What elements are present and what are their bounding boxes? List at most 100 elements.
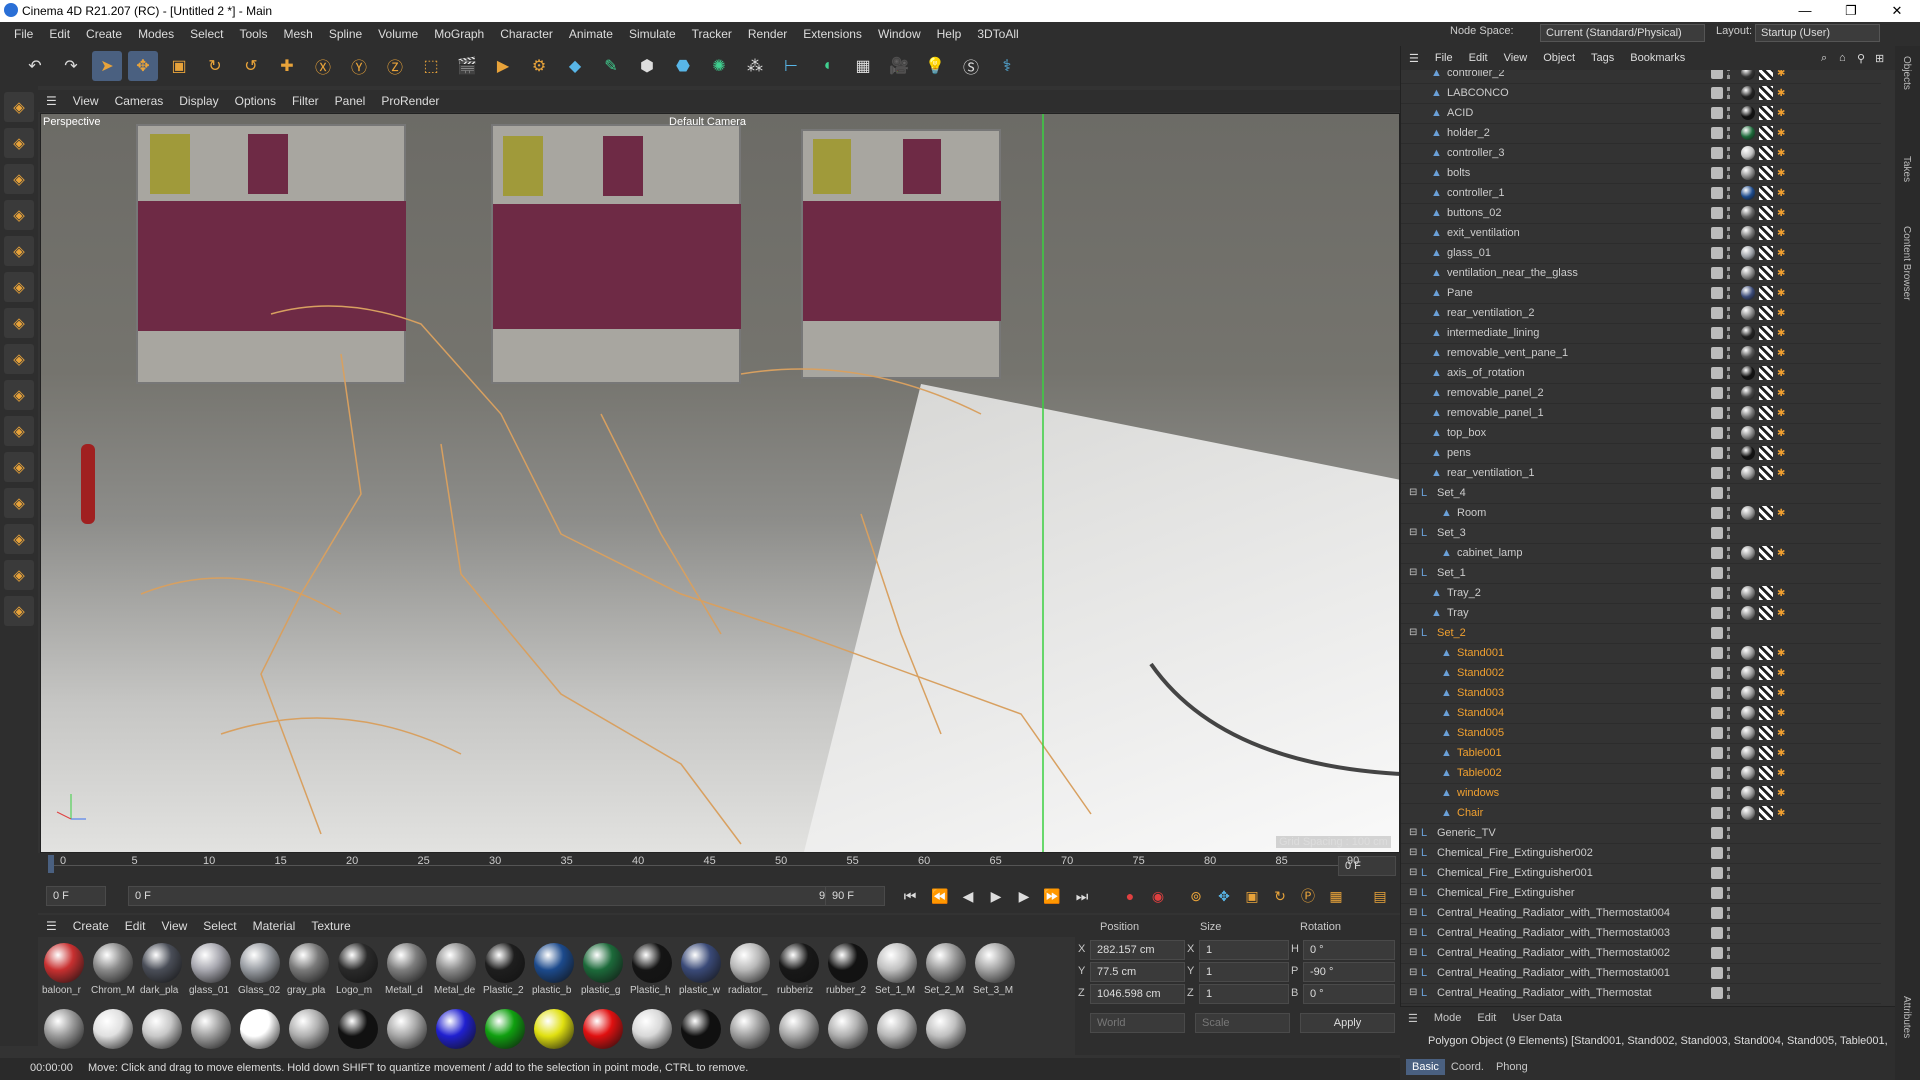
render-toggle[interactable] [1727, 527, 1731, 539]
object-row[interactable]: ▲ Tray ✱ [1401, 604, 1881, 624]
attribute-tab-basic[interactable]: Basic [1406, 1059, 1445, 1075]
dock-tab-content-browser[interactable]: Content Browser [1901, 226, 1912, 300]
object-row[interactable]: ▲ Stand001 ✱ [1401, 644, 1881, 664]
object-row[interactable]: ▲ cabinet_lamp ✱ [1401, 544, 1881, 564]
menu-character[interactable]: Character [492, 27, 561, 41]
material-tag[interactable] [1741, 146, 1755, 160]
visibility-toggle[interactable] [1711, 147, 1723, 159]
object-row[interactable]: ▲ Stand002 ✱ [1401, 664, 1881, 684]
grid-icon[interactable]: ◈ [4, 524, 34, 554]
texture-tag[interactable] [1759, 746, 1773, 760]
menu-tools[interactable]: Tools [231, 27, 275, 41]
material-swatch[interactable]: Set_1_M [875, 941, 919, 997]
snap-icon[interactable]: ◈ [4, 344, 34, 374]
phong-tag[interactable]: ✱ [1777, 208, 1787, 219]
phong-tag[interactable]: ✱ [1777, 448, 1787, 459]
material-tag[interactable] [1741, 186, 1755, 200]
toolbar-render-icon[interactable]: ▶ [488, 51, 518, 81]
phong-tag[interactable]: ✱ [1777, 168, 1787, 179]
world-dropdown[interactable]: World [1090, 1013, 1185, 1033]
material-swatch[interactable]: Set_3_M [973, 941, 1017, 997]
object-row[interactable]: ▲ removable_vent_pane_1 ✱ [1401, 344, 1881, 364]
object-menu-view[interactable]: View [1496, 52, 1536, 64]
object-row[interactable]: ▲ ACID ✱ [1401, 104, 1881, 124]
texture-tag[interactable] [1759, 266, 1773, 280]
toolbar-undo-icon[interactable]: ↶ [20, 51, 50, 81]
toolbar-scale-icon[interactable]: ▣ [164, 51, 194, 81]
object-row[interactable]: ⊟ L Set_3 [1401, 524, 1881, 544]
material-swatch[interactable] [826, 1007, 870, 1063]
material-swatch[interactable]: Glass_02 [238, 941, 282, 997]
object-menu-edit[interactable]: Edit [1461, 52, 1496, 64]
render-toggle[interactable] [1727, 787, 1731, 799]
quantize-icon[interactable]: ◈ [4, 560, 34, 590]
render-toggle[interactable] [1727, 367, 1731, 379]
object-menu-tags[interactable]: Tags [1583, 52, 1622, 64]
toolbar-create-icon[interactable]: ✚ [272, 51, 302, 81]
material-swatch[interactable]: baloon_r [42, 941, 86, 997]
material-tag[interactable] [1741, 286, 1755, 300]
visibility-toggle[interactable] [1711, 647, 1723, 659]
render-toggle[interactable] [1727, 227, 1731, 239]
menu-tracker[interactable]: Tracker [684, 27, 740, 41]
object-row[interactable]: ▲ LABCONCO ✱ [1401, 84, 1881, 104]
material-menu-select[interactable]: Select [195, 919, 244, 933]
material-swatch[interactable]: plastic_w [679, 941, 723, 997]
render-toggle[interactable] [1727, 947, 1731, 959]
render-toggle[interactable] [1727, 867, 1731, 879]
visibility-toggle[interactable] [1711, 907, 1723, 919]
texture-mode-icon[interactable]: ◈ [4, 164, 34, 194]
prev-key-icon[interactable]: ⏪ [928, 884, 952, 908]
object-row[interactable]: ⊟ L Set_1 [1401, 564, 1881, 584]
visibility-toggle[interactable] [1711, 327, 1723, 339]
rotation-b-field[interactable]: 0 ° [1303, 984, 1395, 1004]
phong-tag[interactable]: ✱ [1777, 588, 1787, 599]
toolbar-script-icon[interactable]: ⚕ [992, 51, 1022, 81]
object-row[interactable]: ⊟ L Generic_TV [1401, 824, 1881, 844]
object-row[interactable]: ▲ holder_2 ✱ [1401, 124, 1881, 144]
object-row[interactable]: ▲ intermediate_lining ✱ [1401, 324, 1881, 344]
visibility-toggle[interactable] [1711, 307, 1723, 319]
visibility-toggle[interactable] [1711, 587, 1723, 599]
visibility-toggle[interactable] [1711, 867, 1723, 879]
toolbar-cube-icon[interactable]: ◆ [560, 51, 590, 81]
render-toggle[interactable] [1727, 567, 1731, 579]
uv-mode-icon[interactable]: ◈ [4, 308, 34, 338]
start-frame-field[interactable]: 0 F [46, 886, 106, 906]
phong-tag[interactable]: ✱ [1777, 608, 1787, 619]
render-toggle[interactable] [1727, 467, 1731, 479]
visibility-toggle[interactable] [1711, 227, 1723, 239]
material-swatch[interactable] [189, 1007, 233, 1063]
visibility-toggle[interactable] [1711, 70, 1723, 79]
material-swatch[interactable] [483, 1007, 527, 1063]
expand-icon[interactable]: ⊟ [1409, 947, 1417, 958]
render-toggle[interactable] [1727, 327, 1731, 339]
menu-edit[interactable]: Edit [41, 27, 78, 41]
object-row[interactable]: ▲ Stand004 ✱ [1401, 704, 1881, 724]
viewport-menu-panel[interactable]: Panel [327, 94, 374, 108]
viewport-menu-display[interactable]: Display [171, 94, 226, 108]
toolbar-cloner-icon[interactable]: ⁂ [740, 51, 770, 81]
visibility-toggle[interactable] [1711, 567, 1723, 579]
attribute-menu-edit[interactable]: Edit [1469, 1012, 1504, 1024]
render-toggle[interactable] [1727, 667, 1731, 679]
viewport-menu-prorender[interactable]: ProRender [373, 94, 447, 108]
texture-tag[interactable] [1759, 446, 1773, 460]
material-tag[interactable] [1741, 426, 1755, 440]
material-menu-edit[interactable]: Edit [117, 919, 154, 933]
material-tag[interactable] [1741, 606, 1755, 620]
texture-tag[interactable] [1759, 306, 1773, 320]
phong-tag[interactable]: ✱ [1777, 808, 1787, 819]
menu-3dtoall[interactable]: 3DToAll [969, 27, 1026, 41]
material-swatch[interactable]: Plastic_2 [483, 941, 527, 997]
expand-icon[interactable]: ⊟ [1409, 967, 1417, 978]
expand-icon[interactable]: ⊟ [1409, 887, 1417, 898]
end-frame-field[interactable]: 90 F [825, 886, 885, 906]
render-toggle[interactable] [1727, 70, 1731, 79]
locked-workplane-icon[interactable]: ◈ [4, 452, 34, 482]
object-row[interactable]: ⊟ L Central_Heating_Radiator_with_Thermost… [1401, 924, 1881, 944]
maximize-button[interactable]: ❐ [1828, 0, 1874, 22]
expand-icon[interactable]: ⊟ [1409, 567, 1417, 578]
visibility-toggle[interactable] [1711, 87, 1723, 99]
menu-file[interactable]: File [6, 27, 41, 41]
